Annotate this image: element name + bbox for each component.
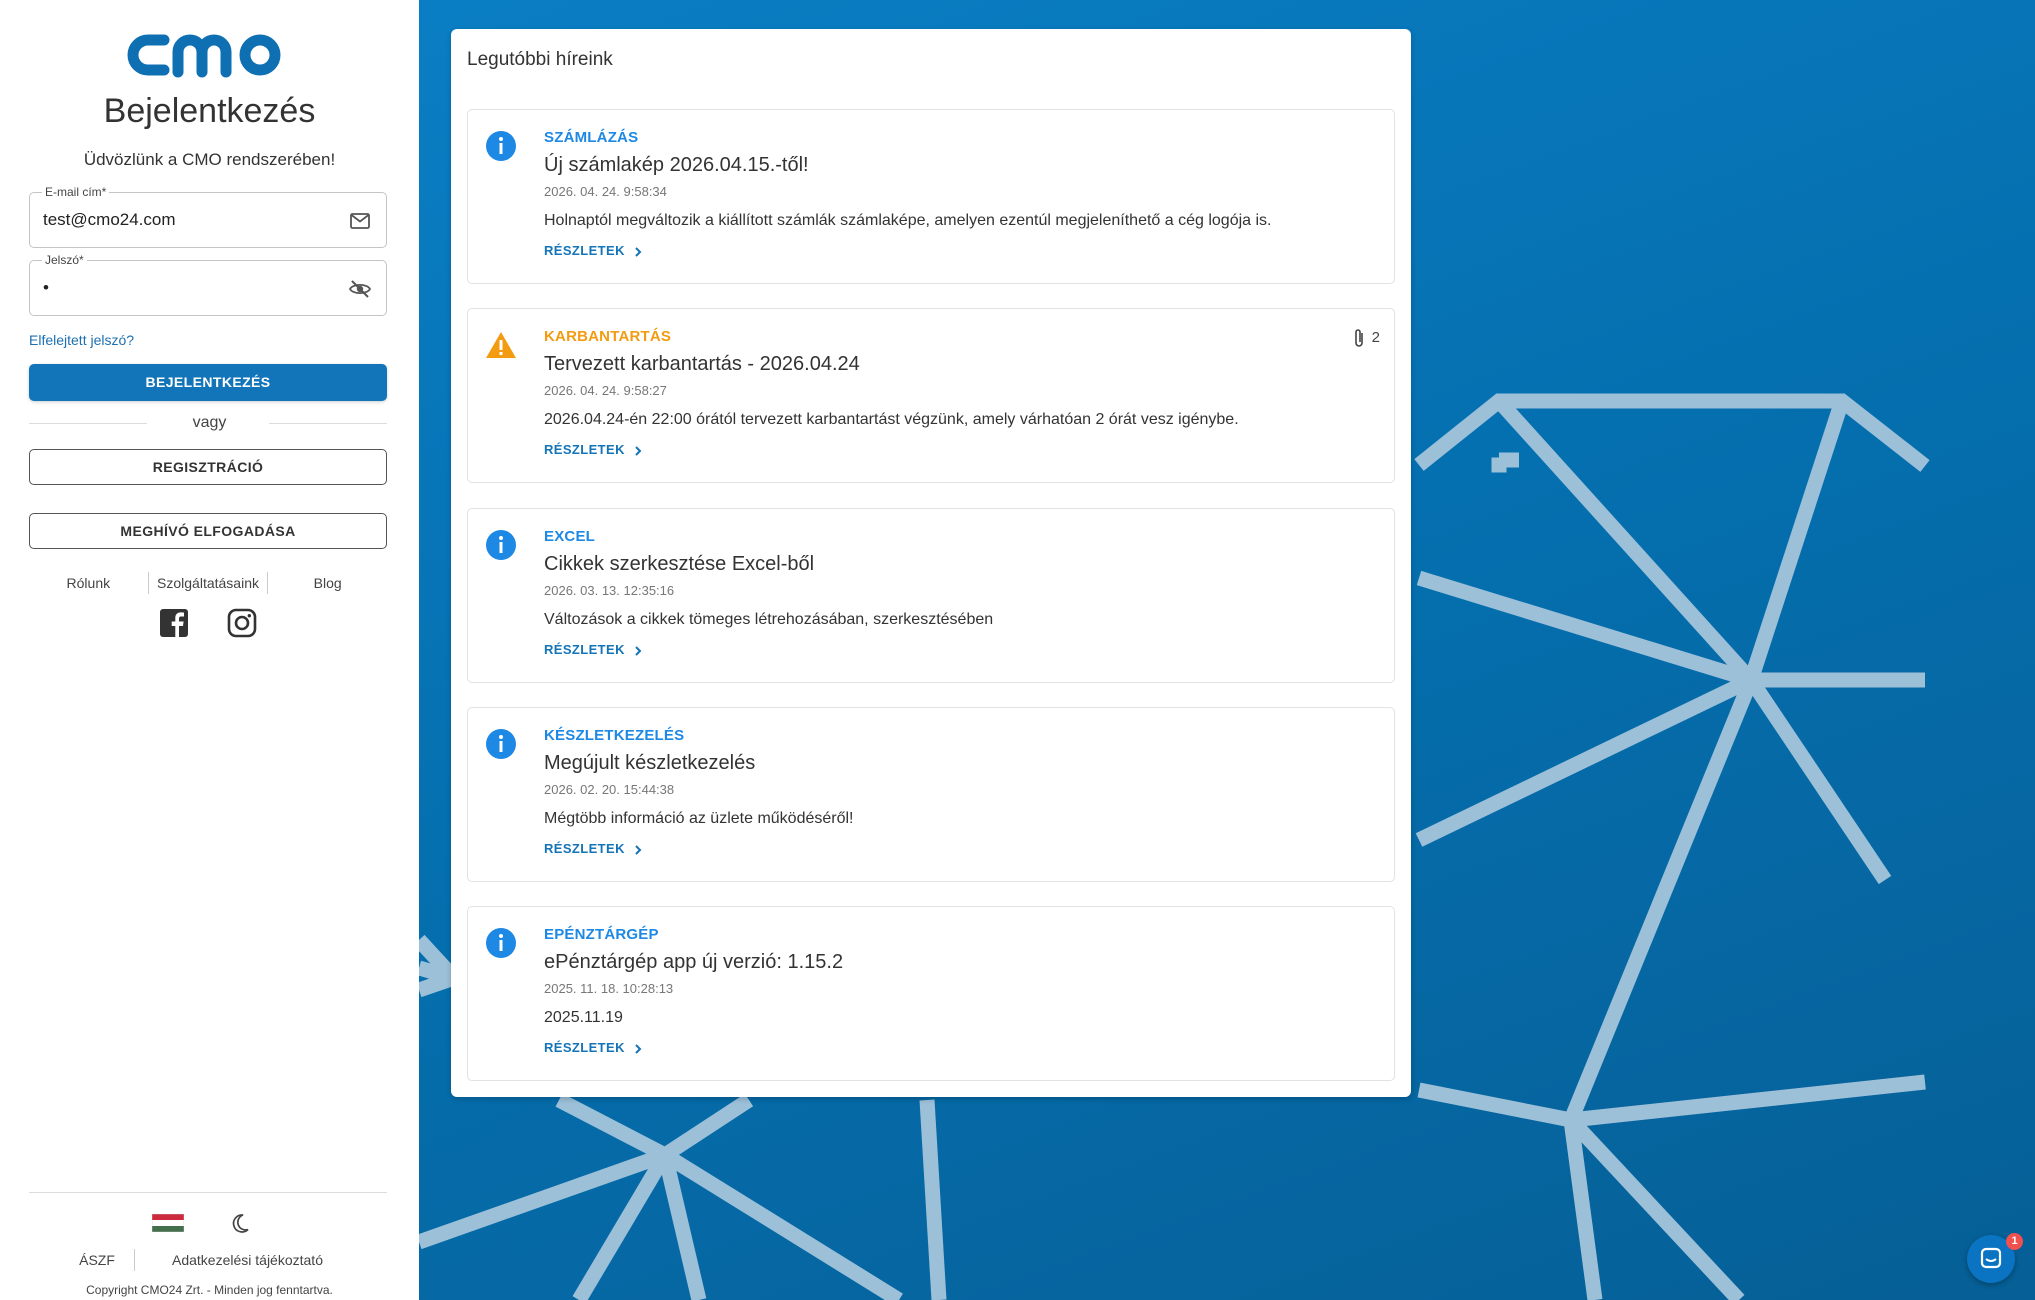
news-text: 2026.04.24-én 22:00 órától tervezett kar… (544, 411, 1239, 428)
register-button[interactable]: REGISZTRÁCIÓ (29, 449, 387, 485)
accept-invite-button[interactable]: MEGHÍVÓ ELFOGADÁSA (29, 513, 387, 549)
visibility-off-icon[interactable] (348, 277, 372, 301)
news-title: Új számlakép 2026.04.15.-től! (544, 154, 809, 176)
details-link[interactable]: RÉSZLETEK (544, 642, 643, 657)
forgot-password-link[interactable]: Elfelejtett jelszó? (29, 332, 134, 348)
news-item: EXCEL Cikkek szerkesztése Excel-ből 2026… (467, 508, 1395, 683)
news-item: SZÁMLÁZÁS Új számlakép 2026.04.15.-től! … (467, 109, 1395, 284)
news-title: Tervezett karbantartás - 2026.04.24 (544, 353, 860, 375)
footer-divider (29, 1192, 387, 1193)
news-item: KARBANTARTÁS Tervezett karbantartás - 20… (467, 308, 1395, 483)
info-icon (486, 131, 516, 161)
news-heading: Legutóbbi híreink (467, 49, 613, 70)
attachments[interactable]: 2 (1351, 327, 1380, 349)
or-separator: vagy (192, 414, 227, 431)
news-date: 2026. 02. 20. 15:44:38 (544, 782, 675, 797)
copyright: Copyright CMO24 Zrt. - Minden jog fennta… (86, 1283, 333, 1297)
password-value: • (43, 278, 49, 297)
news-text: Holnaptól megváltozik a kiállított száml… (544, 212, 1272, 229)
hungarian-flag-icon[interactable] (152, 1214, 184, 1232)
warning-icon (486, 332, 516, 358)
details-link[interactable]: RÉSZLETEK (544, 442, 643, 457)
news-title: ePénztárgép app új verzió: 1.15.2 (544, 951, 844, 973)
news-text: Mégtöbb információ az üzlete működéséről… (544, 810, 854, 827)
news-item: EPÉNZTÁRGÉP ePénztárgép app új verzió: 1… (467, 906, 1395, 1081)
attachment-count: 2 (1371, 328, 1380, 346)
page-title: Bejelentkezés (103, 92, 316, 130)
info-icon (486, 530, 516, 560)
terms-link[interactable]: ÁSZF (60, 1249, 135, 1271)
info-icon (486, 928, 516, 958)
about-link[interactable]: Rólunk (29, 572, 149, 594)
chevron-right-icon (635, 246, 642, 257)
news-text: 2025.11.19 (544, 1009, 623, 1026)
details-label: RÉSZLETEK (544, 243, 625, 258)
email-label: E-mail cím* (42, 185, 110, 199)
news-item: KÉSZLETKEZELÉS Megújult készletkezelés 2… (467, 707, 1395, 882)
news-date: 2026. 04. 24. 9:58:27 (544, 383, 667, 398)
instagram-icon[interactable] (226, 607, 258, 639)
details-label: RÉSZLETEK (544, 442, 625, 457)
services-link[interactable]: Szolgáltatásaink (149, 572, 269, 594)
password-field[interactable]: Jelszó* • (29, 253, 387, 316)
news-title: Megújult készletkezelés (544, 752, 756, 774)
info-links: Rólunk Szolgáltatásaink Blog (29, 572, 387, 594)
chevron-right-icon (635, 1043, 642, 1054)
email-field[interactable]: E-mail cím* test@cmo24.com (29, 185, 387, 248)
facebook-icon[interactable] (158, 607, 190, 639)
details-label: RÉSZLETEK (544, 1040, 625, 1055)
news-title: Cikkek szerkesztése Excel-ből (544, 553, 815, 575)
news-category: EPÉNZTÁRGÉP (544, 926, 659, 943)
chevron-right-icon (635, 645, 642, 656)
news-date: 2026. 04. 24. 9:58:34 (544, 184, 667, 199)
news-category: KARBANTARTÁS (544, 328, 672, 345)
paperclip-icon (1355, 329, 1364, 347)
welcome-text: Üdvözlünk a CMO rendszerében! (83, 150, 336, 169)
cmo-logo (127, 34, 281, 78)
mail-icon (350, 213, 370, 229)
news-category: EXCEL (544, 528, 596, 545)
login-panel: Bejelentkezés Üdvözlünk a CMO rendszeréb… (0, 0, 419, 1300)
news-date: 2025. 11. 18. 10:28:13 (544, 981, 674, 996)
details-link[interactable]: RÉSZLETEK (544, 1040, 643, 1055)
news-text: Változások a cikkek tömeges létrehozásáb… (544, 611, 994, 628)
details-link[interactable]: RÉSZLETEK (544, 243, 643, 258)
privacy-link[interactable]: Adatkezelési tájékoztató (135, 1249, 360, 1271)
email-value: test@cmo24.com (43, 210, 176, 229)
news-category: SZÁMLÁZÁS (544, 129, 639, 146)
blog-link[interactable]: Blog (268, 572, 387, 594)
legal-links: ÁSZF Adatkezelési tájékoztató (60, 1249, 360, 1271)
dark-mode-icon[interactable] (228, 1211, 252, 1235)
chat-notification-badge: 1 (2006, 1233, 2023, 1250)
password-label: Jelszó* (42, 253, 87, 267)
login-button[interactable]: BEJELENTKEZÉS (29, 364, 387, 401)
details-link[interactable]: RÉSZLETEK (544, 841, 643, 856)
chevron-right-icon (635, 445, 642, 456)
news-date: 2026. 03. 13. 12:35:16 (544, 583, 675, 598)
info-icon (486, 729, 516, 759)
chevron-right-icon (635, 844, 642, 855)
details-label: RÉSZLETEK (544, 841, 625, 856)
news-category: KÉSZLETKEZELÉS (544, 727, 685, 744)
details-label: RÉSZLETEK (544, 642, 625, 657)
